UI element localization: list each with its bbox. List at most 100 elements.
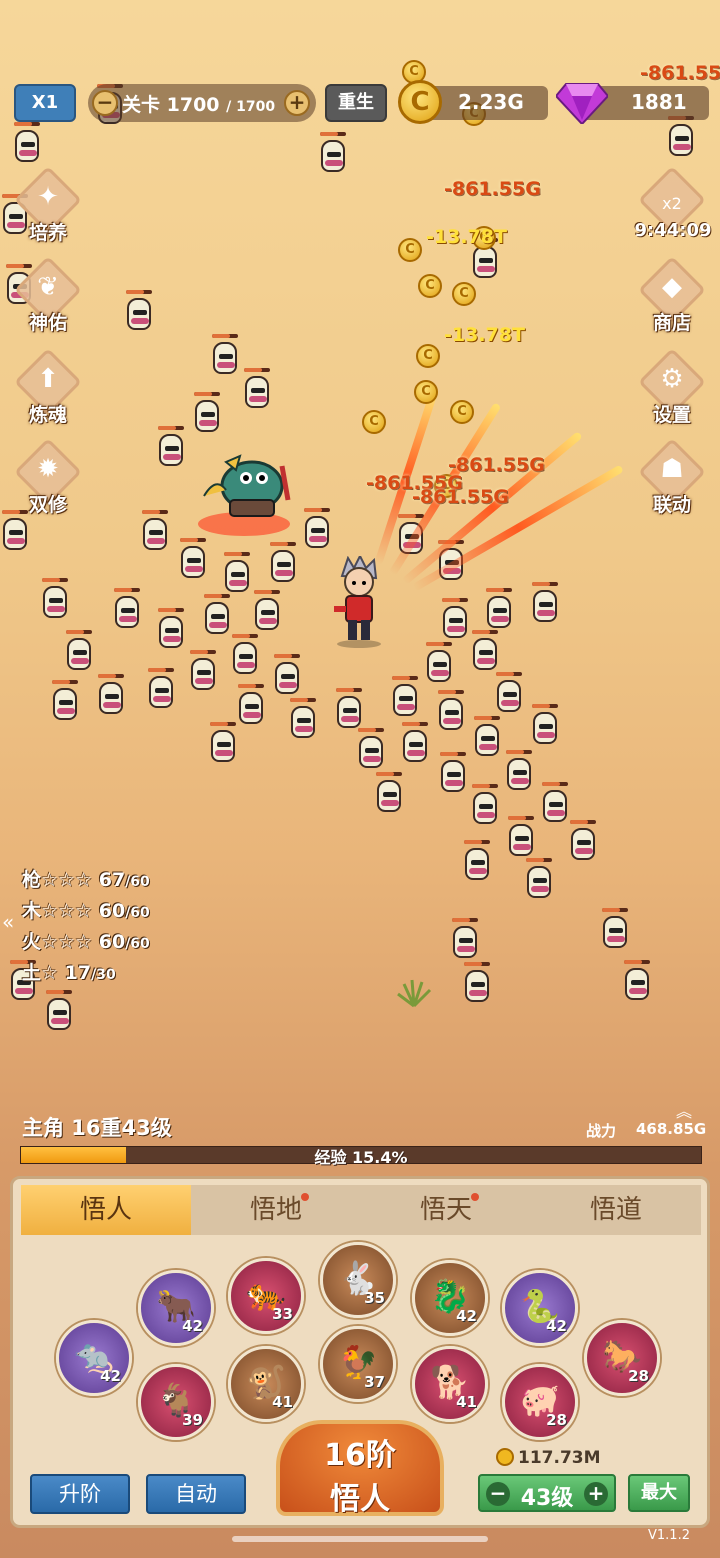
zodiac-rooster-button[interactable]: 🐓 37 xyxy=(320,1326,396,1402)
home-indicator[interactable] xyxy=(232,1536,488,1542)
tab-enlighten-dao[interactable]: 悟道 xyxy=(531,1185,701,1235)
menu-label: 联动 xyxy=(652,494,691,516)
enemy-unit xyxy=(272,654,302,700)
chevron-up-icon[interactable]: ︽ xyxy=(676,1098,692,1122)
tab-enlighten-earth[interactable]: 悟地 xyxy=(191,1185,361,1235)
cultivate-icon: ✦ xyxy=(37,182,59,212)
speed-toggle-button[interactable]: X1 xyxy=(14,84,76,122)
zodiac-level: 35 xyxy=(364,1289,385,1307)
enemy-unit xyxy=(472,716,502,762)
enemy-unit xyxy=(530,704,560,750)
zodiac-rat-button[interactable]: 🐀 42 xyxy=(56,1320,132,1396)
soul-forge-icon: ⬆ xyxy=(37,364,59,394)
zodiac-rabbit-button[interactable]: 🐇 35 xyxy=(320,1242,396,1318)
rank-line2: 悟人 xyxy=(330,1482,390,1517)
menu-label: 设置 xyxy=(652,404,691,426)
enemy-unit xyxy=(436,690,466,736)
zodiac-monkey-button[interactable]: 🐒 41 xyxy=(228,1346,304,1422)
stage-total: / 1700 xyxy=(226,99,276,115)
element-max: /60 xyxy=(125,874,150,890)
tab-enlighten-heaven[interactable]: 悟天 xyxy=(361,1185,531,1235)
element-name: 火☆☆☆ xyxy=(22,931,93,953)
auto-button[interactable]: 自动 xyxy=(146,1474,246,1514)
menu-dual-cultivation-button[interactable]: ✹ 双修 xyxy=(8,438,88,524)
experience-bar: 经验 15.4% xyxy=(20,1146,702,1167)
cost-value: 117.73M xyxy=(518,1448,601,1468)
element-value: 60 xyxy=(98,900,126,922)
experience-text: 经验 15.4% xyxy=(314,1148,408,1167)
enemy-unit xyxy=(318,132,348,178)
menu-blessing-button[interactable]: ❦ 神佑 xyxy=(8,256,88,342)
zodiac-level: 41 xyxy=(272,1393,293,1411)
rebirth-button[interactable]: 重生 xyxy=(325,84,387,122)
enemy-unit xyxy=(438,752,468,798)
tab-enlighten-human[interactable]: 悟人 xyxy=(21,1185,191,1235)
menu-cultivate-button[interactable]: ✦ 培养 xyxy=(8,166,88,252)
upgrade-rank-button[interactable]: 升阶 xyxy=(30,1474,130,1514)
zodiac-tiger-button[interactable]: 🐅 33 xyxy=(228,1258,304,1334)
gem-amount: 1881 xyxy=(631,90,687,114)
enemy-unit xyxy=(470,784,500,830)
menu-soul-forge-button[interactable]: ⬆ 炼魂 xyxy=(8,348,88,434)
element-row: 火☆☆☆ 60/60 xyxy=(22,928,150,959)
zodiac-level: 42 xyxy=(456,1307,477,1325)
enemy-unit xyxy=(242,368,272,414)
enemy-unit xyxy=(356,728,386,774)
level-increase-button[interactable]: + xyxy=(584,1482,608,1506)
element-name: 木☆☆☆ xyxy=(22,900,93,922)
enemy-unit xyxy=(146,668,176,714)
zodiac-goat-button[interactable]: 🐐 39 xyxy=(138,1364,214,1440)
enemy-unit xyxy=(156,608,186,654)
dual-cultivation-icon: ✹ xyxy=(37,454,59,484)
zodiac-dragon-button[interactable]: 🐉 42 xyxy=(412,1260,488,1336)
enemy-unit xyxy=(424,642,454,688)
element-max: /30 xyxy=(91,967,116,983)
stage-next-button[interactable]: + xyxy=(284,90,310,116)
zodiac-ox-button[interactable]: 🐂 42 xyxy=(138,1270,214,1346)
tab-label: 悟人 xyxy=(79,1195,132,1225)
zodiac-pig-button[interactable]: 🐖 28 xyxy=(502,1364,578,1440)
menu-collab-button[interactable]: ☗ 联动 xyxy=(632,438,712,524)
element-max: /60 xyxy=(125,936,150,952)
enemy-unit xyxy=(462,962,492,1008)
zodiac-snake-button[interactable]: 🐍 42 xyxy=(502,1270,578,1346)
enemy-unit xyxy=(222,552,252,598)
enemy-unit xyxy=(374,772,404,818)
hero-level: 主角 16重43级 xyxy=(22,1116,172,1140)
zodiac-level: 42 xyxy=(546,1317,567,1335)
enemy-unit xyxy=(236,684,266,730)
enemy-unit xyxy=(230,634,260,680)
enemy-unit xyxy=(390,676,420,722)
max-level-button[interactable]: 最大 xyxy=(628,1474,690,1512)
rank-main-button[interactable]: 16阶 悟人 xyxy=(276,1420,444,1517)
stage-prev-button[interactable]: − xyxy=(92,90,118,116)
stage-indicator: − 关卡 1700 / 1700 + xyxy=(88,84,316,122)
enemy-unit xyxy=(156,426,186,472)
gem-icon xyxy=(554,80,610,126)
zodiac-horse-button[interactable]: 🐎 28 xyxy=(584,1320,660,1396)
zodiac-level: 28 xyxy=(546,1411,567,1429)
enemy-unit xyxy=(450,918,480,964)
gold-amount: 2.23G xyxy=(458,90,524,114)
enemy-unit xyxy=(504,750,534,796)
enemy-unit xyxy=(50,680,80,726)
zodiac-level: 37 xyxy=(364,1373,385,1391)
boost-timer: 9:44:09 xyxy=(634,220,712,241)
zodiac-dog-button[interactable]: 🐕 41 xyxy=(412,1346,488,1422)
enemy-unit xyxy=(96,674,126,720)
enemy-unit xyxy=(44,990,74,1036)
enemy-unit xyxy=(124,290,154,336)
enemy-unit xyxy=(506,816,536,862)
zodiac-level: 39 xyxy=(182,1411,203,1429)
enemy-unit xyxy=(64,630,94,676)
hero-character xyxy=(334,553,384,648)
collapse-arrow-icon[interactable]: « xyxy=(2,910,14,934)
power-value: 468.85G xyxy=(636,1120,707,1138)
menu-settings-button[interactable]: ⚙ 设置 xyxy=(632,348,712,434)
element-name: 土☆ xyxy=(22,962,59,984)
zodiac-level: 33 xyxy=(272,1305,293,1323)
gold-coin-drop: C xyxy=(414,380,438,404)
menu-shop-button[interactable]: ◆ 商店 xyxy=(632,256,712,342)
element-row: 土☆ 17/30 xyxy=(22,959,150,990)
enemy-unit xyxy=(494,672,524,718)
